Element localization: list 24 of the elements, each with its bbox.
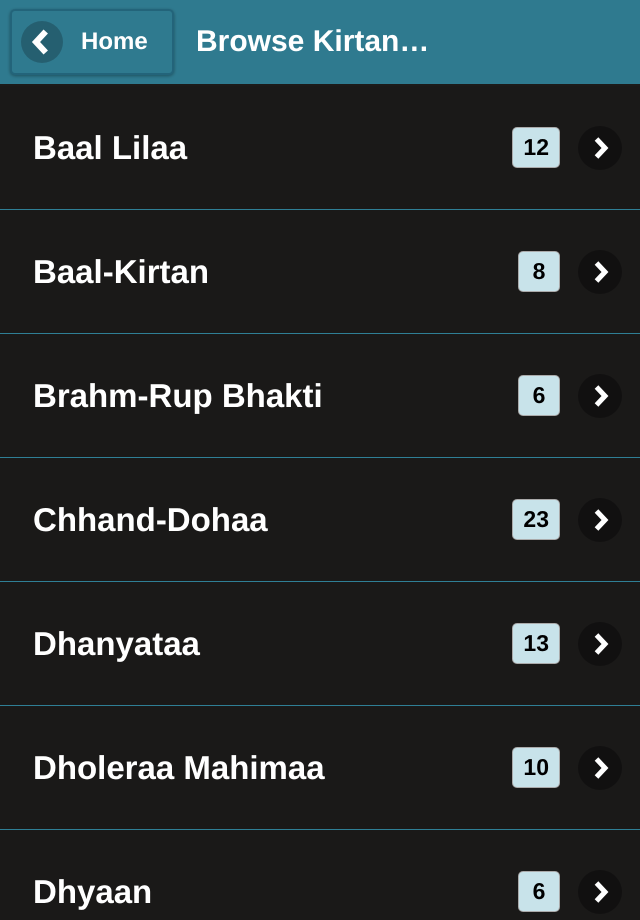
chevron-left-icon (21, 21, 63, 63)
item-label: Baal-Kirtan (33, 252, 210, 290)
count-badge: 8 (518, 251, 560, 292)
count-badge: 13 (512, 623, 560, 664)
item-label: Baal Lilaa (33, 128, 188, 166)
item-label: Dholeraa Mahimaa (33, 748, 326, 786)
chevron-right-icon (578, 250, 622, 294)
count-badge: 10 (512, 747, 560, 788)
chevron-right-icon (578, 870, 622, 914)
page-title: Browse Kirtan… (196, 25, 430, 59)
item-label: Dhanyataa (33, 624, 201, 662)
item-label: Brahm-Rup Bhakti (33, 376, 324, 414)
item-label: Dhyaan (33, 872, 154, 910)
back-button[interactable]: Home (10, 9, 174, 75)
chevron-right-icon (578, 746, 622, 790)
count-badge: 6 (518, 871, 560, 912)
count-badge: 23 (512, 499, 560, 540)
count-badge: 6 (518, 375, 560, 416)
count-badge: 12 (512, 127, 560, 168)
chevron-right-icon (578, 622, 622, 666)
item-label: Chhand-Dohaa (33, 500, 269, 538)
chevron-right-icon (578, 374, 622, 418)
chevron-right-icon (578, 126, 622, 170)
chevron-right-icon (578, 498, 622, 542)
